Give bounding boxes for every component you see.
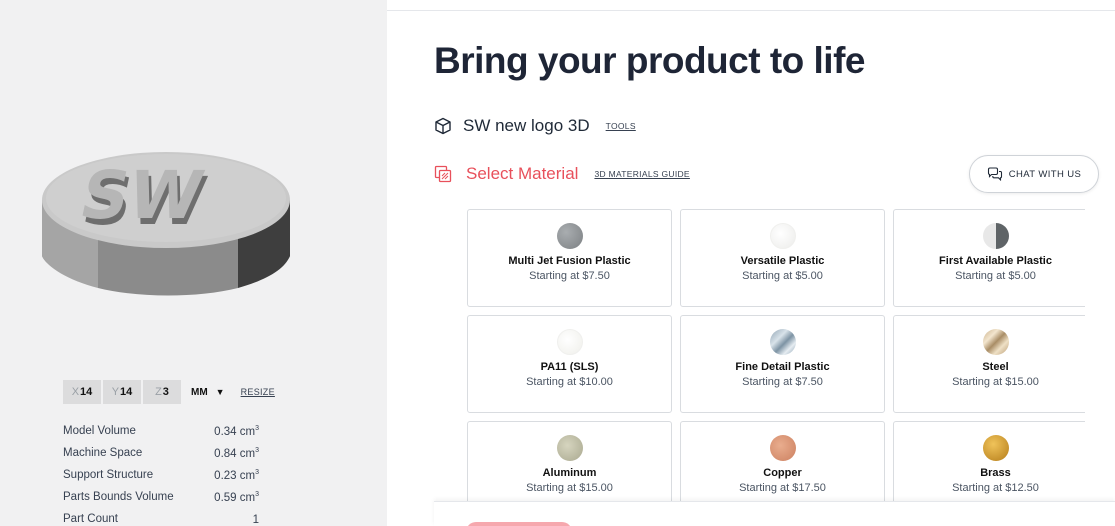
material-card-aluminum[interactable]: Aluminum Starting at $15.00 (467, 421, 672, 501)
top-divider (387, 10, 1115, 11)
chat-icon (987, 167, 1002, 181)
material-swatch (770, 223, 796, 249)
material-card-first-available-plastic[interactable]: First Available Plastic Starting at $5.0… (893, 209, 1085, 307)
material-swatch (983, 329, 1009, 355)
material-swatch (557, 329, 583, 355)
select-material-row: Select Material 3D MATERIALS GUIDE (434, 162, 690, 186)
caret-down-icon: ▼ (215, 387, 225, 397)
dimension-controls: X 14 Y 14 Z3 MM ▼ RESIZE (63, 380, 275, 404)
material-card-pa11-sls[interactable]: PA11 (SLS) Starting at $10.00 (467, 315, 672, 413)
material-card-fine-detail-plastic[interactable]: Fine Detail Plastic Starting at $7.50 (680, 315, 885, 413)
chat-with-us-button[interactable]: CHAT WITH US (969, 155, 1099, 193)
stat-model-volume: Model Volume 0.34 cm3 (63, 424, 259, 438)
material-icon (434, 165, 452, 183)
material-swatch (770, 329, 796, 355)
stat-part-count: Part Count 1 (63, 513, 259, 526)
material-card-versatile-plastic[interactable]: Versatile Plastic Starting at $5.00 (680, 209, 885, 307)
model-name-row: SW new logo 3D TOOLS (434, 115, 636, 137)
resize-link[interactable]: RESIZE (241, 387, 275, 397)
dimension-z[interactable]: Z3 (143, 380, 181, 404)
materials-guide-link[interactable]: 3D MATERIALS GUIDE (594, 169, 689, 179)
material-card-copper[interactable]: Copper Starting at $17.50 (680, 421, 885, 501)
material-card-brass[interactable]: Brass Starting at $12.50 (893, 421, 1085, 501)
3d-model-preview[interactable]: SW SW (38, 128, 294, 314)
cube-icon (435, 117, 451, 135)
material-card-steel[interactable]: Steel Starting at $15.00 (893, 315, 1085, 413)
tools-link[interactable]: TOOLS (606, 121, 636, 131)
material-card-multi-jet-fusion-plastic[interactable]: Multi Jet Fusion Plastic Starting at $7.… (467, 209, 672, 307)
model-viewer-panel[interactable]: SW SW X 14 Y 14 Z3 MM ▼ RESIZE Model Volum… (0, 0, 387, 526)
stat-parts-bounds-volume: Parts Bounds Volume 0.59 cm3 (63, 490, 259, 504)
primary-action-button[interactable] (466, 522, 572, 526)
material-swatch (983, 223, 1009, 249)
select-material-heading: Select Material (466, 164, 579, 183)
material-swatch (557, 223, 583, 249)
material-swatch (770, 435, 796, 461)
model-name: SW new logo 3D (463, 116, 590, 135)
materials-grid: Multi Jet Fusion Plastic Starting at $7.… (467, 209, 1085, 501)
dimension-x[interactable]: X 14 (63, 380, 101, 404)
material-swatch (983, 435, 1009, 461)
material-swatch (557, 435, 583, 461)
unit-select[interactable]: MM ▼ (191, 387, 225, 398)
stat-machine-space: Machine Space 0.84 cm3 (63, 446, 259, 460)
dimension-y[interactable]: Y 14 (103, 380, 141, 404)
svg-text:SW: SW (74, 157, 211, 234)
stat-support-structure: Support Structure 0.23 cm3 (63, 468, 259, 482)
model-stats: Model Volume 0.34 cm3 Machine Space 0.84… (63, 420, 259, 526)
page-title: Bring your product to life (434, 40, 865, 81)
